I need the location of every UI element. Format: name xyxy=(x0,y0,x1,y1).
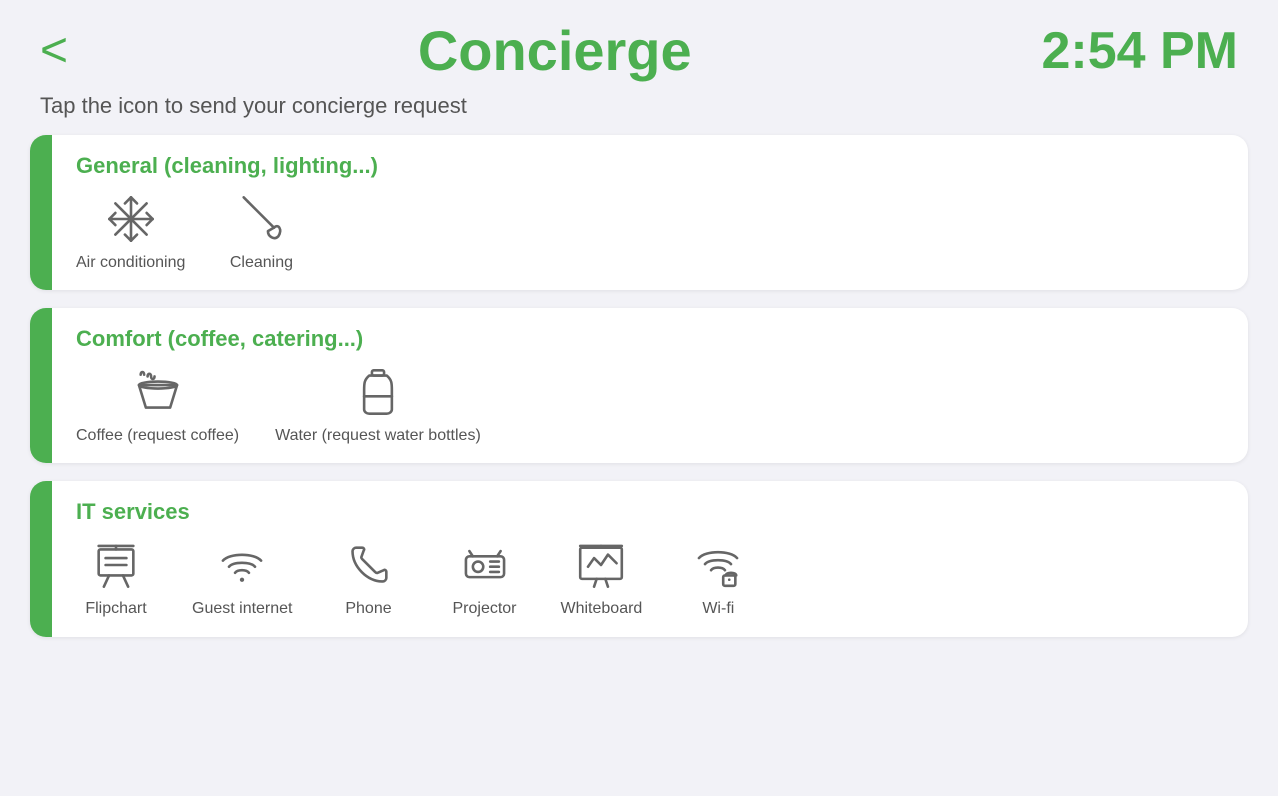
guest-internet-item[interactable]: Guest internet xyxy=(192,539,293,618)
whiteboard-item[interactable]: Whiteboard xyxy=(561,539,643,618)
it-services-section: IT services Flipchart xyxy=(30,481,1248,636)
back-button[interactable]: < xyxy=(40,27,68,75)
header: < Concierge 2:54 PM xyxy=(0,0,1278,93)
water-item[interactable]: Water (request water bottles) xyxy=(275,366,481,445)
it-items: Flipchart Guest internet Phone xyxy=(76,539,1224,618)
phone-label: Phone xyxy=(345,599,391,618)
section-content-general: General (cleaning, lighting...) xyxy=(52,135,1248,290)
water-bottle-icon xyxy=(352,366,404,418)
phone-item[interactable]: Phone xyxy=(329,539,409,618)
phone-icon xyxy=(343,539,395,591)
guest-internet-label: Guest internet xyxy=(192,599,293,618)
coffee-icon xyxy=(132,366,184,418)
comfort-section: Comfort (coffee, catering...) Coffee (re… xyxy=(30,308,1248,463)
broom-icon xyxy=(235,193,287,245)
page-title: Concierge xyxy=(418,18,692,83)
clock: 2:54 PM xyxy=(1041,21,1238,81)
subtitle: Tap the icon to send your concierge requ… xyxy=(0,93,1278,135)
section-bar-comfort xyxy=(30,308,52,463)
coffee-item[interactable]: Coffee (request coffee) xyxy=(76,366,239,445)
air-conditioning-label: Air conditioning xyxy=(76,253,185,272)
whiteboard-icon xyxy=(575,539,627,591)
projector-label: Projector xyxy=(452,599,516,618)
cleaning-label: Cleaning xyxy=(230,253,293,272)
it-section-title: IT services xyxy=(76,499,1224,525)
general-section: General (cleaning, lighting...) xyxy=(30,135,1248,290)
section-content-it: IT services Flipchart xyxy=(52,481,1248,636)
water-label: Water (request water bottles) xyxy=(275,426,481,445)
projector-icon xyxy=(459,539,511,591)
wifi-icon xyxy=(216,539,268,591)
wifi-item[interactable]: Wi-fi xyxy=(678,539,758,618)
section-bar-it xyxy=(30,481,52,636)
flipchart-label: Flipchart xyxy=(85,599,146,618)
general-section-title: General (cleaning, lighting...) xyxy=(76,153,1224,179)
flipchart-item[interactable]: Flipchart xyxy=(76,539,156,618)
wifi-lock-icon xyxy=(692,539,744,591)
cleaning-item[interactable]: Cleaning xyxy=(221,193,301,272)
section-bar-general xyxy=(30,135,52,290)
air-conditioning-item[interactable]: Air conditioning xyxy=(76,193,185,272)
flipchart-icon xyxy=(90,539,142,591)
whiteboard-label: Whiteboard xyxy=(561,599,643,618)
general-items: Air conditioning Cleaning xyxy=(76,193,1224,272)
section-content-comfort: Comfort (coffee, catering...) Coffee (re… xyxy=(52,308,1248,463)
wifi-label: Wi-fi xyxy=(702,599,734,618)
comfort-items: Coffee (request coffee) Water (request w… xyxy=(76,366,1224,445)
snowflake-icon xyxy=(105,193,157,245)
projector-item[interactable]: Projector xyxy=(445,539,525,618)
comfort-section-title: Comfort (coffee, catering...) xyxy=(76,326,1224,352)
coffee-label: Coffee (request coffee) xyxy=(76,426,239,445)
